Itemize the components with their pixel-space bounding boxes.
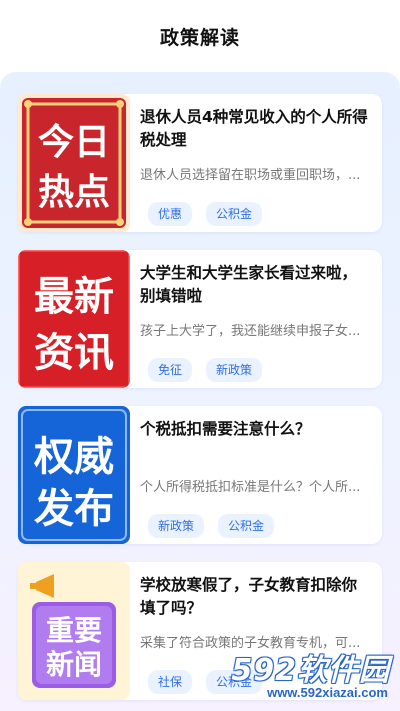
article-title[interactable]: 个税抵扣需要注意什么？ xyxy=(140,418,372,441)
article-title[interactable]: 退休人员4种常见收入的个人所得税处理 xyxy=(140,106,372,152)
tag-list: 新政策 公积金 xyxy=(148,514,275,538)
article-summary: 退休人员选择留在职场或重回职场，... xyxy=(140,168,361,183)
thumb-text-line-2: 新闻 xyxy=(46,648,102,681)
thumb-today-hot: 今日 热点 xyxy=(18,94,130,232)
thumb-text-line-2: 发布 xyxy=(34,486,114,532)
article-summary: 孩子上大学了，我还能继续申报子女... xyxy=(140,324,361,339)
thumb-text-line-1: 最新 xyxy=(34,274,114,320)
article-card-1[interactable]: 今日 热点 退休人员4种常见收入的个人所得税处理 退休人员选择留在职场或重回职场… xyxy=(18,94,382,232)
tag[interactable]: 公积金 xyxy=(218,514,275,538)
tag[interactable]: 社保 xyxy=(148,670,193,694)
tag-list: 免征 新政策 xyxy=(148,358,263,382)
article-card-3[interactable]: 权威 发布 个税抵扣需要注意什么？ 个人所得税抵扣标准是什么？个人所... 新政… xyxy=(18,406,382,544)
article-feed[interactable]: 今日 热点 退休人员4种常见收入的个人所得税处理 退休人员选择留在职场或重回职场… xyxy=(0,72,400,711)
page-title: 政策解读 xyxy=(159,26,240,49)
thumb-text-line-1: 权威 xyxy=(33,434,114,480)
thumb-text-line-1: 重要 xyxy=(46,614,102,647)
tag[interactable]: 公积金 xyxy=(206,202,263,226)
tag-list: 优惠 公积金 xyxy=(148,202,263,226)
watermark-url: www.592xiazai.com xyxy=(267,685,388,700)
thumb-official-release: 权威 发布 xyxy=(18,406,130,544)
article-card-2[interactable]: 最新 资讯 大学生和大学生家长看过来啦，别填错啦 孩子上大学了，我还能继续申报子… xyxy=(18,250,382,388)
thumb-text-line-1: 今日 xyxy=(38,122,110,163)
tag[interactable]: 新政策 xyxy=(148,514,205,538)
watermark-brand: 592软件园 xyxy=(231,653,390,688)
thumb-text-line-2: 热点 xyxy=(38,172,110,213)
site-watermark: 592软件园 www.592xiazai.com xyxy=(194,645,394,705)
thumb-latest-news: 最新 资讯 xyxy=(18,250,130,388)
article-summary: 个人所得税抵扣标准是什么？个人所... xyxy=(140,480,361,495)
thumb-text-line-2: 资讯 xyxy=(34,330,114,376)
tag[interactable]: 免征 xyxy=(148,358,193,382)
tag[interactable]: 优惠 xyxy=(148,202,193,226)
article-title[interactable]: 学校放寒假了，子女教育扣除你填了吗？ xyxy=(140,574,372,620)
tag[interactable]: 新政策 xyxy=(206,358,263,382)
app-header: 政策解读 xyxy=(0,0,400,72)
thumb-important-news: 重要 新闻 xyxy=(18,562,130,700)
article-title[interactable]: 大学生和大学生家长看过来啦，别填错啦 xyxy=(140,262,372,308)
